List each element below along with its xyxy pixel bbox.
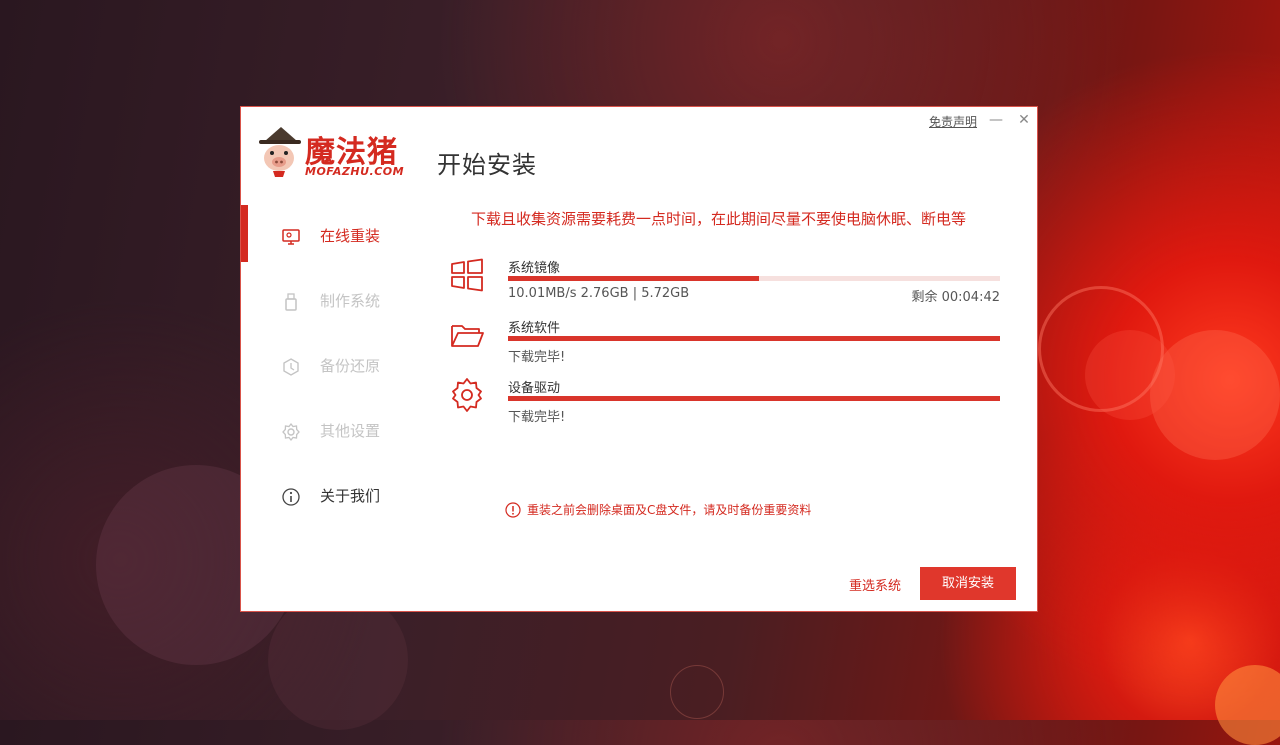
background-bokeh — [1215, 665, 1280, 745]
gear-icon — [282, 422, 300, 442]
usb-icon — [285, 293, 297, 311]
background-bokeh — [1038, 286, 1164, 412]
download-notice: 下载且收集资源需要耗费一点时间，在此期间尽量不要使电脑休眠、断电等 — [471, 210, 967, 228]
close-button[interactable]: ✕ — [1015, 111, 1033, 129]
disclaimer-link[interactable]: 免责声明 — [929, 113, 977, 130]
warning-icon — [505, 501, 521, 518]
progress-fill — [508, 276, 759, 281]
sidebar-item-label: 在线重装 — [320, 227, 381, 245]
background-bokeh — [670, 665, 724, 719]
page-title: 开始安装 — [437, 151, 537, 179]
sidebar-item-make-system[interactable]: 制作系统 — [241, 270, 411, 335]
brand-logo: 魔法猪 MOFAZHU.COM — [257, 125, 417, 179]
gear-icon — [452, 378, 482, 412]
pig-mascot-icon — [259, 127, 301, 177]
folder-icon — [451, 325, 484, 347]
task-status: 下载完毕! — [508, 410, 566, 425]
reselect-system-link[interactable]: 重选系统 — [849, 575, 901, 594]
minimize-button[interactable]: — — [987, 111, 1005, 129]
download-speed-status: 10.01MB/s 2.76GB | 5.72GB — [508, 286, 690, 301]
sidebar-item-label: 关于我们 — [320, 487, 381, 505]
progress-bar — [508, 276, 1000, 281]
installer-window: 免责声明 — ✕ 魔法猪 MOFAZHU.COM 开始安装 在线重装 制作系统 … — [240, 106, 1038, 612]
cancel-install-button[interactable]: 取消安装 — [920, 567, 1016, 600]
sidebar-item-online-reinstall[interactable]: 在线重装 — [241, 205, 411, 270]
info-icon — [282, 488, 300, 506]
task-name: 系统软件 — [508, 321, 561, 336]
monitor-icon — [282, 229, 300, 245]
warning-text: 重装之前会删除桌面及C盘文件，请及时备份重要资料 — [527, 503, 812, 517]
sidebar-item-about-us[interactable]: 关于我们 — [241, 465, 411, 530]
task-status: 下载完毕! — [508, 350, 566, 365]
windows-icon — [451, 258, 483, 292]
data-loss-warning: 重装之前会删除桌面及C盘文件，请及时备份重要资料 — [505, 501, 811, 518]
sidebar-item-label: 制作系统 — [320, 292, 381, 310]
background-bokeh — [1085, 330, 1175, 420]
task-name: 系统镜像 — [508, 261, 561, 276]
time-remaining: 剩余 00:04:42 — [911, 290, 1000, 305]
sidebar-item-other-settings[interactable]: 其他设置 — [241, 400, 411, 465]
progress-fill — [508, 336, 1000, 341]
brand-name-en: MOFAZHU.COM — [305, 165, 405, 178]
progress-bar — [508, 396, 1000, 401]
sidebar: 在线重装 制作系统 备份还原 其他设置 关于我们 — [241, 205, 411, 530]
sidebar-item-backup-restore[interactable]: 备份还原 — [241, 335, 411, 400]
progress-bar — [508, 336, 1000, 341]
backup-icon — [283, 358, 299, 376]
sidebar-item-label: 其他设置 — [320, 422, 381, 440]
sidebar-item-label: 备份还原 — [320, 357, 381, 375]
background-bokeh — [1150, 330, 1280, 460]
progress-fill — [508, 396, 1000, 401]
task-name: 设备驱动 — [508, 381, 561, 396]
